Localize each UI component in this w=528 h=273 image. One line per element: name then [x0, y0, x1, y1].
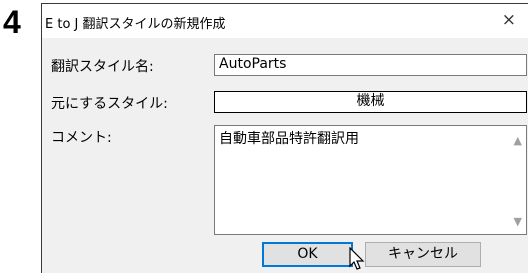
base-style-label: 元にするスタイル: — [51, 96, 168, 112]
mouse-pointer-icon — [349, 247, 365, 270]
close-icon[interactable]: × — [502, 10, 516, 30]
dialog-title: E to J 翻訳スタイルの新規作成 — [45, 17, 226, 32]
comment-label: コメント: — [51, 130, 112, 146]
base-style-select[interactable]: 機械 — [214, 91, 527, 113]
comment-text: 自動車部品特許翻訳用 — [219, 131, 359, 147]
comment-textarea[interactable]: 自動車部品特許翻訳用 ▲ ▼ — [214, 125, 527, 235]
scroll-down-icon[interactable]: ▼ — [514, 215, 522, 228]
title-bar: E to J 翻訳スタイルの新規作成 × — [42, 4, 528, 38]
cancel-button[interactable]: キャンセル — [365, 242, 481, 267]
step-number: 4 — [3, 4, 21, 40]
style-name-label: 翻訳スタイル名: — [51, 59, 154, 75]
style-name-input[interactable]: AutoParts — [214, 54, 527, 76]
new-translation-style-dialog: E to J 翻訳スタイルの新規作成 × 翻訳スタイル名: AutoParts … — [41, 3, 528, 273]
scroll-up-icon[interactable]: ▲ — [514, 134, 522, 147]
ok-button[interactable]: OK — [262, 242, 353, 267]
